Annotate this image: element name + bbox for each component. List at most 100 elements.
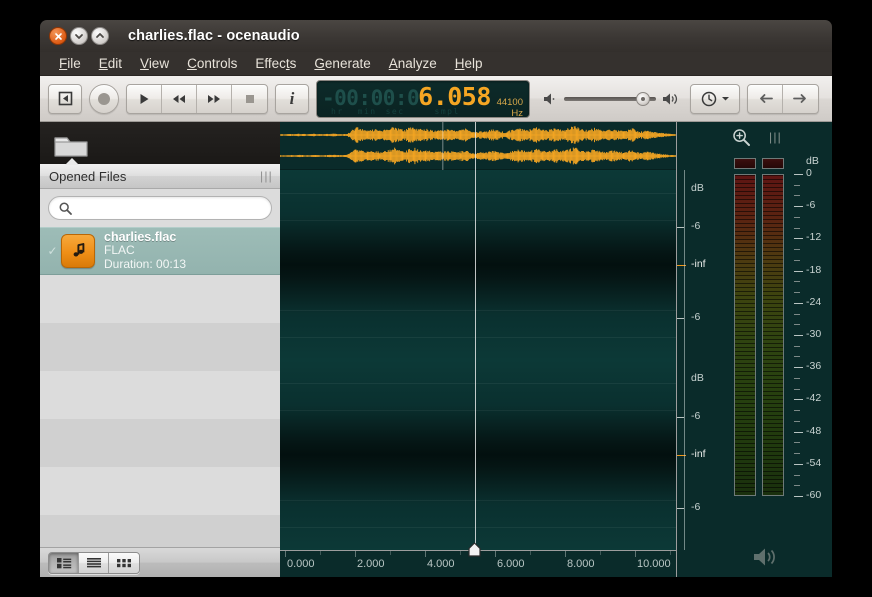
- meter-scale-minor-tick: [794, 217, 800, 218]
- info-icon: i: [290, 90, 295, 107]
- menu-view[interactable]: View: [131, 54, 178, 73]
- db-axis-label: -inf: [691, 448, 706, 460]
- time-ruler[interactable]: 0.0002.0004.0006.0008.00010.00012.000: [280, 550, 676, 577]
- waveform-track-right[interactable]: [280, 360, 676, 550]
- meter-scale-minor-tick: [794, 378, 800, 379]
- ruler-minor-tick: [320, 551, 321, 555]
- list-item[interactable]: ✓ charlies.flac FLAC Duration: 00:13: [40, 227, 280, 275]
- sidebar: Opened Files ||| ✓: [40, 122, 280, 577]
- meter-scale-minor-tick: [794, 324, 800, 325]
- list-item-empty[interactable]: [40, 419, 280, 467]
- unit-hr: hr: [331, 107, 344, 116]
- meter-scale-minor-tick: [794, 421, 800, 422]
- menu-effects[interactable]: Effects: [246, 54, 305, 73]
- record-icon: [97, 92, 111, 106]
- meter-scale-tick: [794, 303, 803, 304]
- time-display[interactable]: -00:00:0 6.058 44100 Hz stereo hr min se…: [316, 80, 530, 118]
- play-button[interactable]: [127, 85, 162, 113]
- meter-scale-tick: [794, 206, 803, 207]
- sidebar-header: Opened Files |||: [40, 164, 280, 189]
- db-axis-label: dB: [691, 372, 704, 384]
- volume-knob[interactable]: [636, 92, 650, 106]
- view-mode-grid[interactable]: [109, 553, 139, 573]
- fast-forward-icon: [206, 92, 222, 106]
- list-icon: [86, 557, 102, 569]
- search-field-wrapper[interactable]: [48, 196, 272, 220]
- play-icon: [137, 92, 151, 106]
- sidebar-tab-opened-files[interactable]: [48, 126, 94, 164]
- db-axis-rule: [684, 170, 685, 550]
- ruler-minor-tick: [460, 551, 461, 555]
- meter-scale-minor-tick: [794, 346, 800, 347]
- navigate-back-button[interactable]: [748, 85, 783, 113]
- arrow-right-icon: [792, 92, 809, 105]
- menu-edit[interactable]: Edit: [90, 54, 131, 73]
- meter-scale-tick: [794, 399, 803, 400]
- track-gridline: [280, 193, 676, 194]
- waveform-track-left[interactable]: [280, 170, 676, 360]
- meter-scale-tick: [794, 238, 803, 239]
- meter-scale-label: -60: [806, 489, 821, 501]
- sidebar-search-area: [40, 189, 280, 227]
- view-mode-details[interactable]: [49, 553, 79, 573]
- meter-scale-tick: [794, 335, 803, 336]
- ruler-minor-tick: [390, 551, 391, 555]
- list-item-empty[interactable]: [40, 467, 280, 515]
- meters-grip-handle[interactable]: |||: [769, 130, 782, 144]
- meter-scale-minor-tick: [794, 260, 800, 261]
- menu-controls[interactable]: Controls: [178, 54, 246, 73]
- close-window-button[interactable]: [49, 27, 67, 45]
- zoom-in-icon[interactable]: [732, 128, 751, 147]
- track-background: [280, 360, 676, 550]
- ruler-tick: [565, 551, 566, 557]
- waveform-overview[interactable]: [280, 122, 676, 170]
- time-format-button[interactable]: [691, 85, 739, 113]
- file-format: FLAC: [104, 244, 186, 258]
- meter-scale-minor-tick: [794, 410, 800, 411]
- volume-slider[interactable]: [564, 92, 656, 106]
- clip-indicator-left[interactable]: [734, 158, 756, 169]
- db-axis-label: -6: [691, 501, 700, 513]
- search-input[interactable]: [78, 201, 261, 215]
- meter-scale-minor-tick: [794, 389, 800, 390]
- rewind-button[interactable]: [162, 85, 197, 113]
- unit-sec: sec: [386, 107, 405, 116]
- track-gridline: [280, 310, 676, 311]
- go-to-start-button[interactable]: [48, 84, 82, 114]
- view-mode-list[interactable]: [79, 553, 109, 573]
- level-meter-right: [762, 174, 784, 496]
- sidebar-grip-handle[interactable]: |||: [260, 169, 273, 183]
- fast-forward-button[interactable]: [197, 85, 232, 113]
- list-item-empty[interactable]: [40, 371, 280, 419]
- ruler-tick-label: 10.000: [637, 558, 671, 570]
- file-name: charlies.flac: [104, 231, 186, 245]
- meter-scale-tick: [794, 174, 803, 175]
- rewind-icon: [171, 92, 187, 106]
- navigate-forward-button[interactable]: [783, 85, 818, 113]
- info-button[interactable]: i: [275, 84, 309, 114]
- history-nav-group: [747, 84, 819, 114]
- menu-file[interactable]: File: [50, 54, 90, 73]
- speaker-high-icon[interactable]: [662, 92, 679, 106]
- ruler-minor-tick: [670, 551, 671, 555]
- speaker-low-icon[interactable]: [543, 92, 558, 106]
- track-gridline: [280, 527, 676, 528]
- list-item-empty[interactable]: [40, 275, 280, 323]
- opened-files-list: ✓ charlies.flac FLAC Duration: 00:13: [40, 227, 280, 563]
- maximize-window-button[interactable]: [91, 27, 109, 45]
- window-title: charlies.flac - ocenaudio: [128, 28, 300, 44]
- minimize-window-button[interactable]: [70, 27, 88, 45]
- record-button[interactable]: [89, 84, 119, 114]
- menu-generate[interactable]: Generate: [305, 54, 379, 73]
- menu-analyze[interactable]: Analyze: [380, 54, 446, 73]
- speaker-icon[interactable]: [752, 546, 780, 568]
- playhead-marker[interactable]: [468, 542, 481, 557]
- meter-scale-minor-tick: [794, 292, 800, 293]
- menu-help[interactable]: Help: [446, 54, 492, 73]
- clip-indicator-right[interactable]: [762, 158, 784, 169]
- list-item-empty[interactable]: [40, 323, 280, 371]
- chevron-down-icon: [74, 32, 84, 40]
- waveform-editor[interactable]: 0.0002.0004.0006.0008.00010.00012.000: [280, 122, 676, 577]
- stop-button[interactable]: [232, 85, 267, 113]
- meter-scale-label: -30: [806, 328, 821, 340]
